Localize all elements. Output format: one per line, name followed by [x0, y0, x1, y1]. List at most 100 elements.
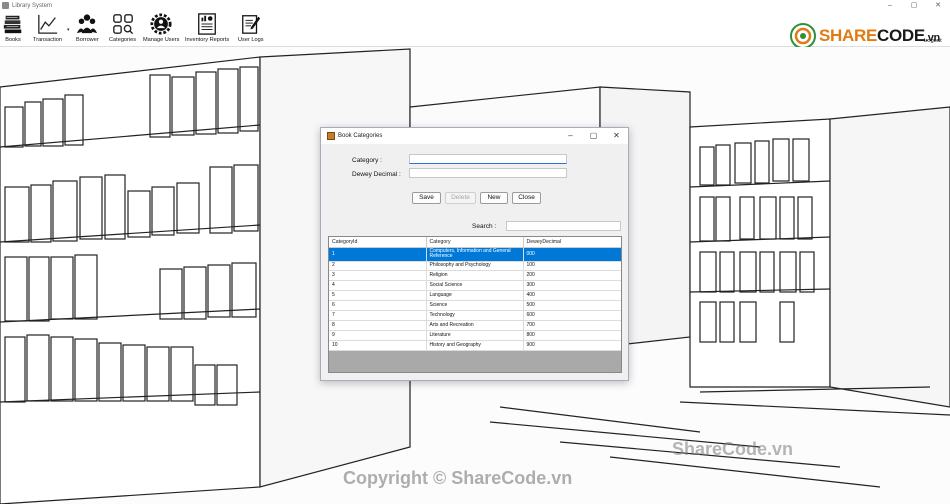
cell-dewey-decimal[interactable]: 200	[523, 270, 621, 282]
table-row[interactable]: 8 Arts and Recreation 700	[329, 320, 621, 331]
cell-category-id[interactable]: 8	[329, 320, 427, 331]
column-header-category[interactable]: Category	[426, 237, 524, 248]
toolbar-borrower-label: Borrower	[76, 37, 99, 43]
cell-category[interactable]: Social Science	[426, 280, 524, 292]
chart-line-icon	[37, 14, 57, 34]
cell-category-id[interactable]: 5	[329, 290, 427, 302]
toolbar-categories-label: Categories	[109, 37, 137, 43]
search-input[interactable]	[506, 221, 621, 231]
dewey-decimal-label: Dewey Decimal :	[352, 171, 401, 178]
categories-grid[interactable]: CategoryId Category DeweyDecimal 1 Comput…	[328, 236, 622, 373]
categories-icon	[112, 14, 133, 35]
dialog-maximize-button[interactable]: ▢	[582, 128, 605, 144]
cell-category-id[interactable]: 2	[329, 261, 427, 272]
cell-dewey-decimal[interactable]: 800	[523, 330, 621, 341]
column-header-dewey-decimal[interactable]: DeweyDecimal	[523, 237, 621, 248]
cell-category[interactable]: Computers, Information and General Refer…	[426, 247, 524, 262]
toolbar-borrower-button[interactable]: Borrower	[76, 11, 99, 47]
cell-category-id[interactable]: 7	[329, 310, 427, 321]
cell-dewey-decimal[interactable]: 300	[523, 280, 621, 292]
toolbar-manage-users-button[interactable]: Manage Users	[143, 11, 179, 47]
table-row[interactable]: 2 Philosophy and Psychology 100	[329, 261, 621, 272]
cell-dewey-decimal[interactable]: 900	[523, 340, 621, 351]
dialog-close-button[interactable]: ✕	[605, 128, 628, 144]
cell-category-id[interactable]: 1	[329, 247, 427, 262]
chevron-down-icon[interactable]: ▾	[67, 27, 70, 33]
dialog-app-icon	[327, 132, 335, 140]
toolbar-user-logs-button[interactable]: User Logs	[238, 11, 264, 47]
watermark-copyright: Copyright © ShareCode.vn	[343, 468, 573, 488]
cell-category[interactable]: History and Geography	[426, 340, 524, 351]
cell-category[interactable]: Literature	[426, 330, 524, 341]
close-button[interactable]: Close	[512, 192, 541, 204]
book-categories-dialog: Book Categories – ▢ ✕ Category : Dewey D…	[320, 127, 629, 381]
cell-category[interactable]: Religion	[426, 270, 524, 282]
minimize-button[interactable]: –	[878, 0, 902, 11]
search-label: Search :	[472, 223, 497, 230]
table-row[interactable]: 1 Computers, Information and General Refe…	[329, 247, 621, 262]
cell-category-id[interactable]: 6	[329, 300, 427, 311]
people-icon	[77, 14, 98, 34]
dialog-title: Book Categories	[338, 133, 383, 139]
category-label: Category :	[352, 157, 382, 164]
cell-category-id[interactable]: 10	[329, 340, 427, 351]
sharecode-logo-icon	[790, 23, 816, 49]
toolbar-transaction-label: Transaction	[33, 37, 63, 43]
sharecode-logo-text: SHARECODE.vn	[819, 26, 940, 45]
dewey-decimal-input[interactable]	[409, 168, 567, 178]
grid-header-row: CategoryId Category DeweyDecimal	[329, 237, 621, 248]
delete-button[interactable]: Delete	[445, 192, 476, 204]
maximize-button[interactable]: ▢	[902, 0, 926, 11]
sharecode-logo: SHARECODE.vn	[790, 23, 940, 49]
toolbar-manage-users-label: Manage Users	[143, 37, 180, 43]
dialog-title-bar: Book Categories – ▢ ✕	[321, 128, 628, 144]
toolbar-transaction-button[interactable]: Transaction	[33, 11, 62, 47]
table-row[interactable]: 6 Science 500	[329, 300, 621, 311]
toolbar-books-label: Books	[5, 37, 21, 43]
watermark-sharecode: ShareCode.vn	[672, 439, 794, 459]
close-window-button[interactable]: ✕	[926, 0, 950, 11]
table-row[interactable]: 9 Literature 800	[329, 330, 621, 341]
toolbar-user-logs-label: User Logs	[238, 37, 264, 43]
cell-dewey-decimal[interactable]: 600	[523, 310, 621, 321]
cell-category[interactable]: Arts and Recreation	[426, 320, 524, 331]
cell-category[interactable]: Philosophy and Psychology	[426, 261, 524, 272]
cell-category[interactable]: Science	[426, 300, 524, 311]
dialog-minimize-button[interactable]: –	[559, 128, 582, 144]
save-button[interactable]: Save	[412, 192, 441, 204]
cell-category-id[interactable]: 3	[329, 270, 427, 282]
cell-category-id[interactable]: 9	[329, 330, 427, 341]
app-icon	[2, 2, 9, 9]
cell-dewey-decimal[interactable]: 700	[523, 320, 621, 331]
cell-dewey-decimal[interactable]: 400	[523, 290, 621, 302]
cell-category[interactable]: Language	[426, 290, 524, 302]
cell-dewey-decimal[interactable]: 100	[523, 261, 621, 272]
books-icon	[3, 15, 22, 34]
toolbar-books-button[interactable]: Books	[2, 11, 24, 47]
categories-table: CategoryId Category DeweyDecimal 1 Comput…	[329, 237, 621, 351]
logout-button[interactable]: Logout	[924, 38, 942, 44]
window-controls: – ▢ ✕	[878, 0, 950, 11]
table-row[interactable]: 5 Language 400	[329, 290, 621, 302]
report-icon	[198, 13, 216, 35]
main-toolbar: Books Transaction ▾ Borrower Categories	[0, 11, 950, 49]
cell-category[interactable]: Technology	[426, 310, 524, 321]
app-title: Library System	[12, 2, 53, 9]
category-input[interactable]	[409, 154, 567, 164]
toolbar-inventory-reports-label: Inventory Reports	[185, 37, 230, 43]
column-header-category-id[interactable]: CategoryId	[329, 237, 427, 248]
log-edit-icon	[241, 15, 260, 34]
dialog-window-controls: – ▢ ✕	[559, 128, 628, 144]
toolbar-inventory-reports-button[interactable]: Inventory Reports	[185, 11, 229, 47]
new-button[interactable]: New	[480, 192, 508, 204]
cell-dewey-decimal[interactable]: 500	[523, 300, 621, 311]
cell-dewey-decimal[interactable]: 000	[523, 247, 621, 262]
resize-grip-icon[interactable]: ⋰	[614, 365, 620, 371]
table-row[interactable]: 4 Social Science 300	[329, 280, 621, 292]
table-row[interactable]: 10 History and Geography 900	[329, 340, 621, 351]
cell-category-id[interactable]: 4	[329, 280, 427, 292]
table-row[interactable]: 7 Technology 600	[329, 310, 621, 321]
app-title-bar: Library System – ▢ ✕	[0, 0, 950, 11]
table-row[interactable]: 3 Religion 200	[329, 270, 621, 282]
toolbar-categories-button[interactable]: Categories	[109, 11, 136, 47]
